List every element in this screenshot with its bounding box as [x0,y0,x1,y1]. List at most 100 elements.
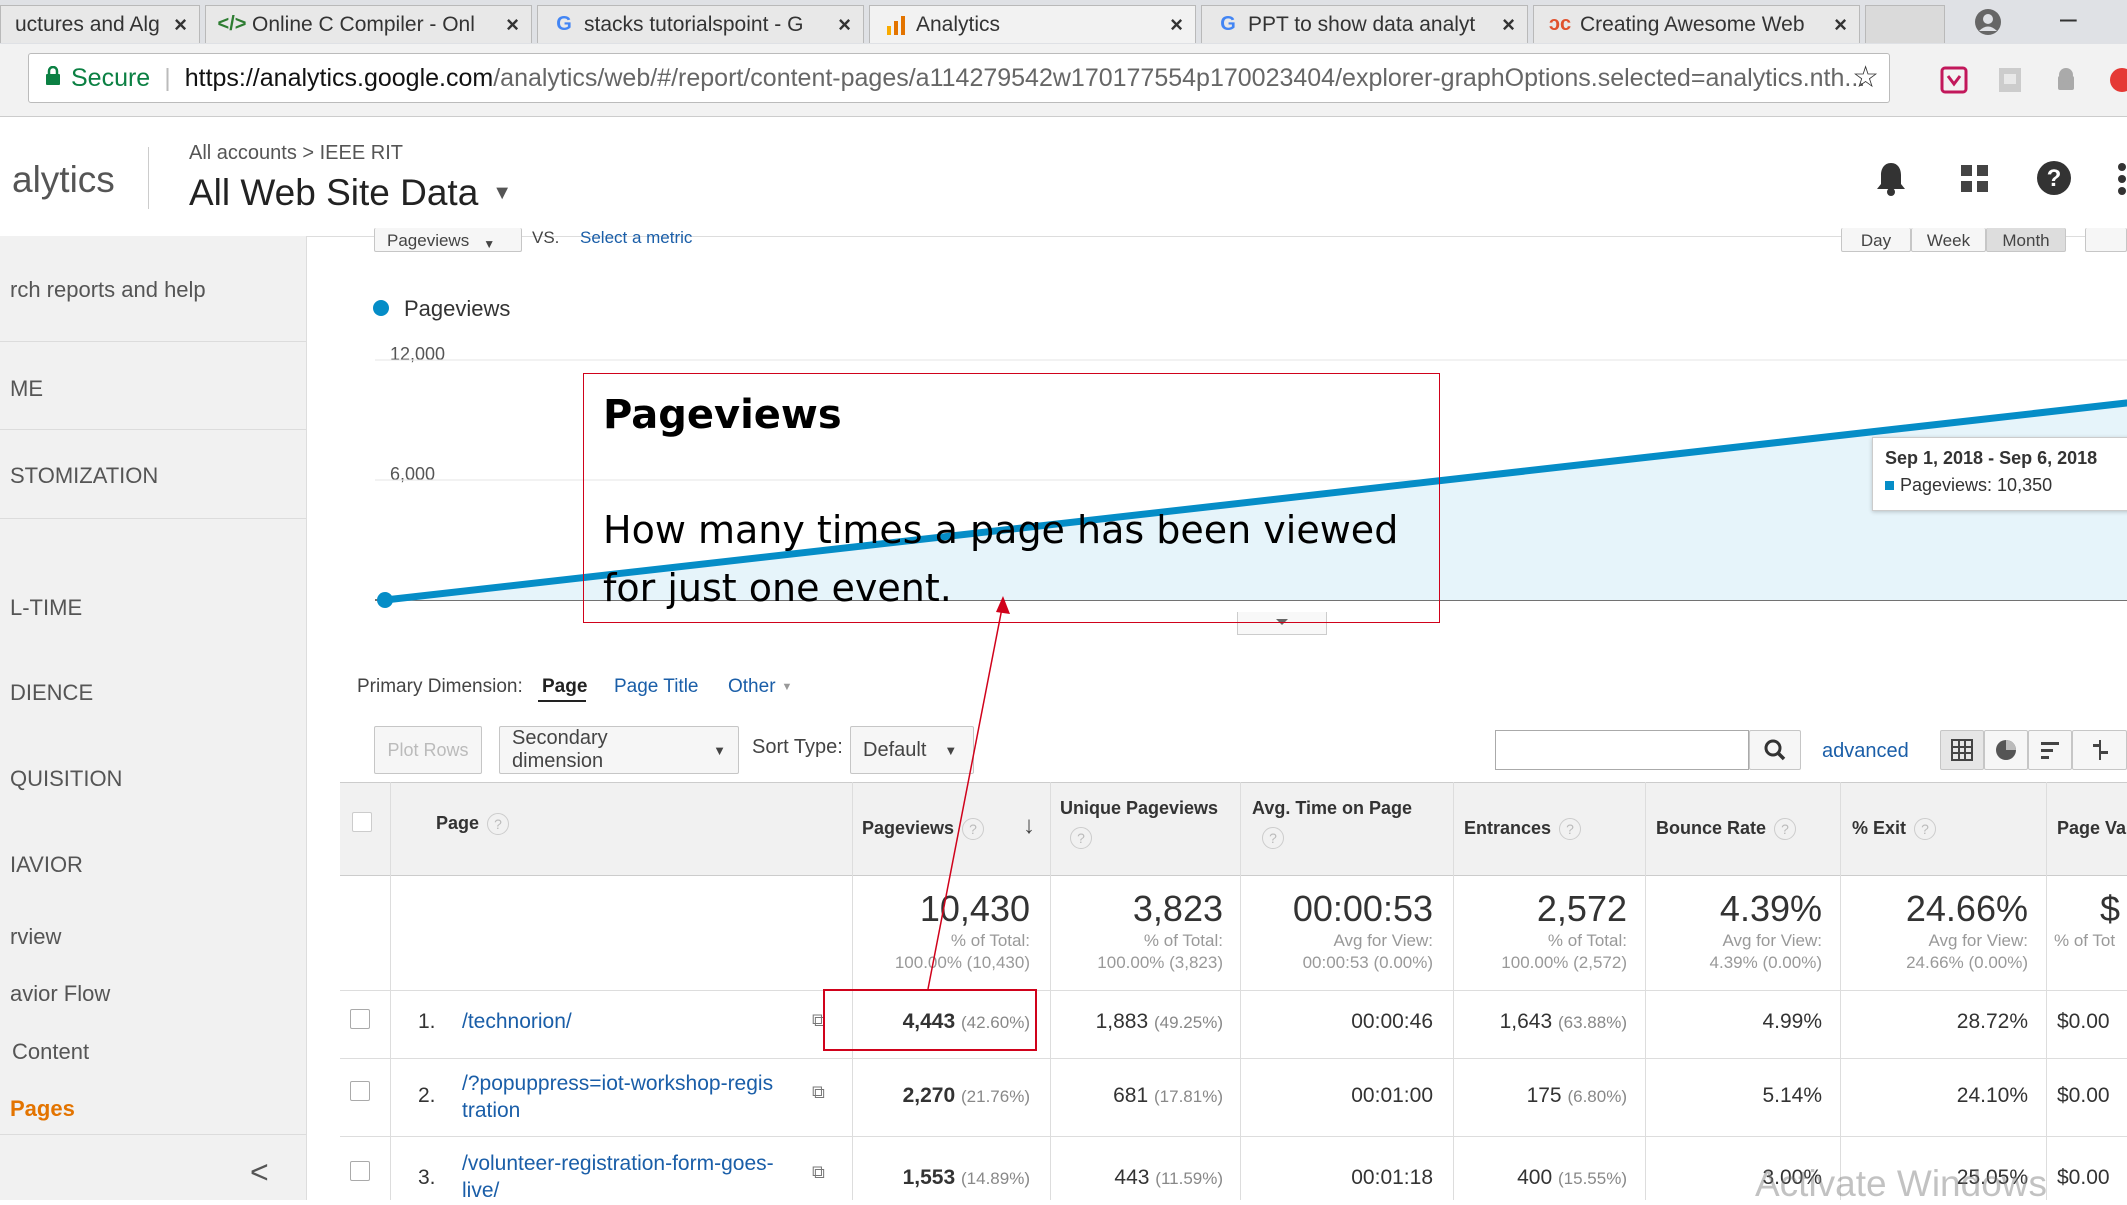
profile-icon[interactable] [1974,8,2002,36]
view-table-button[interactable] [1940,730,1984,770]
tab-close-icon[interactable]: × [1170,12,1183,38]
secondary-dimension-dropdown[interactable]: Secondary dimension ▼ [499,726,739,774]
more-menu-icon[interactable] [2118,163,2127,200]
tab-close-icon[interactable]: × [838,12,851,38]
row-page-link[interactable]: /?popuppress=iot-workshop-regis tration [462,1070,773,1124]
header-pageviews-label: Pageviews [862,818,955,838]
help-icon[interactable]: ? [962,818,985,841]
sidebar-item-behavior-flow[interactable]: avior Flow [10,981,110,1007]
metric-dropdown[interactable]: Pageviews ▼ [374,228,522,252]
tab-close-icon[interactable]: × [174,12,187,38]
help-icon[interactable]: ? [1070,827,1092,849]
select-metric-link[interactable]: Select a metric [580,228,692,248]
total-entrances: 2,572 [1536,888,1627,929]
sidebar-item-home[interactable]: ME [10,376,43,402]
tab-close-icon[interactable]: × [1834,12,1847,38]
breadcrumb[interactable]: All accounts > IEEE RIT [189,142,403,165]
header-pageviews[interactable]: Pageviews? [862,818,985,841]
address-bar[interactable]: Secure | https://analytics.google.com /a… [28,53,1890,103]
row-number: 1. [418,1010,436,1033]
view-pie-button[interactable] [1984,730,2028,770]
sidebar-item-acquisition[interactable]: QUISITION [10,766,122,792]
tab-close-icon[interactable]: × [1502,12,1515,38]
table-search-input[interactable] [1495,730,1749,770]
dimension-page-title[interactable]: Page Title [614,676,699,698]
row-checkbox[interactable] [350,1161,370,1181]
extension-red-icon[interactable] [2108,66,2127,94]
help-icon[interactable]: ? [2036,160,2072,201]
tab-online-compiler[interactable]: </> Online C Compiler - Onl × [205,5,532,43]
total-exit: 24.66% [1905,888,2028,929]
sidebar-item-overview[interactable]: rview [10,924,61,950]
help-icon[interactable]: ? [1262,827,1284,849]
plot-rows-button[interactable]: Plot Rows [374,726,482,774]
help-icon[interactable]: ? [1559,818,1582,841]
help-icon[interactable]: ? [1914,818,1937,841]
tab-ppt-data-analytics[interactable]: G PPT to show data analyt × [1201,5,1528,43]
chart-type-button[interactable] [2085,228,2127,252]
total-note-value: 24.66% (0.00%) [1906,953,2028,972]
period-week-button[interactable]: Week [1911,228,1986,252]
header-page-value[interactable]: Page Va [2057,818,2126,839]
row-page-link[interactable]: /technorion/ [462,1010,572,1034]
view-performance-button[interactable] [2028,730,2072,770]
help-icon[interactable]: ? [1774,818,1797,841]
period-day-button[interactable]: Day [1841,228,1911,252]
view-comparison-button[interactable] [2072,730,2127,770]
advanced-filter-link[interactable]: advanced [1822,740,1909,763]
tab-data-structures[interactable]: uctures and Alg × [0,5,200,43]
header-unique-pageviews[interactable]: Unique Pageviews? [1060,798,1218,849]
header-avg-time[interactable]: Avg. Time on Page? [1252,798,1412,849]
dimension-other-dropdown[interactable]: Other ▼ [728,676,792,698]
total-note-value: 00:00:53 (0.00%) [1302,953,1433,972]
metric-dropdown-label: Pageviews [387,231,470,250]
total-note-value: 4.39% (0.00%) [1709,953,1822,972]
url-host: https://analytics.google.com [184,63,494,92]
notifications-bell-icon[interactable] [1875,160,1907,201]
tab-analytics[interactable]: Analytics × [869,5,1196,43]
minimize-icon[interactable]: – [2060,2,2077,36]
extension-shield-icon[interactable] [1940,66,1968,94]
dimension-page[interactable]: Page [542,676,587,698]
row-pageviews: 1,553 (14.89%) [862,1166,1030,1190]
extension-android-icon[interactable] [2052,66,2080,94]
header-page[interactable]: Page? [436,813,510,836]
property-selector[interactable]: All Web Site Data ▼ [189,172,512,214]
table-search-button[interactable] [1749,730,1801,770]
extension-pdf-icon[interactable] [1996,66,2024,94]
sidebar-item-customization[interactable]: STOMIZATION [10,463,158,489]
total-page-value: $ [2100,888,2121,929]
tab-creating-awesome-web[interactable]: ↄc Creating Awesome Web × [1533,5,1860,43]
new-tab-button[interactable] [1865,5,1945,43]
tab-stacks-tutorialspoint[interactable]: G stacks tutorialspoint - G × [537,5,864,43]
open-external-icon[interactable]: ⧉ [812,1082,825,1103]
header-exit[interactable]: % Exit? [1852,818,1937,841]
row-page-value: $0.00 [2057,1084,2110,1107]
header-bounce-rate[interactable]: Bounce Rate? [1656,818,1797,841]
select-all-checkbox[interactable] [352,812,372,832]
bookmark-star-icon[interactable]: ☆ [1852,60,1879,95]
apps-grid-icon[interactable] [1960,164,1990,199]
sidebar-item-all-pages[interactable]: Pages [10,1096,75,1122]
tab-label: Creating Awesome Web [1580,12,1805,36]
header-entrances[interactable]: Entrances? [1464,818,1582,841]
period-month-button[interactable]: Month [1986,228,2066,252]
sidebar-search-reports[interactable]: rch reports and help [10,277,206,303]
row-page-link[interactable]: /volunteer-registration-form-goes-live/ [462,1150,774,1204]
chevron-down-icon: ▼ [944,742,958,758]
help-icon[interactable]: ? [487,813,510,836]
chevron-down-icon: ▼ [492,181,513,204]
row-checkbox[interactable] [350,1009,370,1029]
sort-type-dropdown[interactable]: Default ▼ [850,726,974,774]
sort-descending-icon[interactable]: ↓ [1023,812,1035,840]
pageviews-data-point[interactable] [377,592,393,608]
sidebar-item-audience[interactable]: DIENCE [10,680,93,706]
sidebar-item-site-content[interactable]: Content [12,1039,89,1065]
row-pageviews-pct: (14.89%) [961,1169,1030,1188]
row-checkbox[interactable] [350,1081,370,1101]
tab-close-icon[interactable]: × [506,12,519,38]
sidebar-item-real-time[interactable]: L-TIME [10,595,82,621]
open-external-icon[interactable]: ⧉ [812,1162,825,1183]
sidebar-item-behavior[interactable]: IAVIOR [10,852,83,878]
collapse-sidebar-icon[interactable]: < [250,1154,269,1191]
